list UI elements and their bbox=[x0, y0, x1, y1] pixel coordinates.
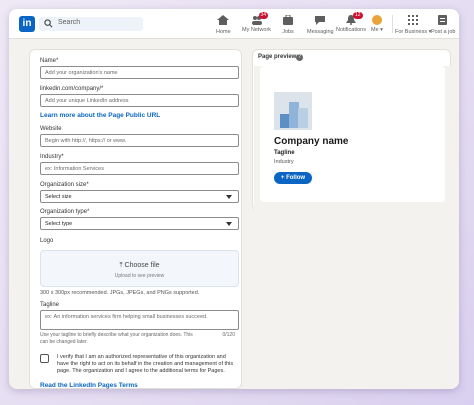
post-job-icon bbox=[438, 15, 448, 25]
home-icon bbox=[217, 15, 230, 25]
chevron-down-icon bbox=[226, 195, 232, 199]
website-input[interactable]: Begin with http://, https:// or www. bbox=[40, 134, 239, 147]
url-label: linkedin.com/company/* bbox=[40, 86, 104, 92]
nav-messaging-label: Messaging bbox=[307, 29, 334, 35]
top-nav: in Search Home 34 My Network Jobs Messag bbox=[9, 9, 459, 39]
nav-home-label: Home bbox=[216, 29, 231, 35]
nav-post-a-job-label: Post a job bbox=[431, 29, 456, 35]
nav-me-label: Me bbox=[371, 27, 379, 33]
website-label: Website bbox=[40, 126, 62, 132]
tagline-placeholder: ex: An information services firm helping… bbox=[45, 314, 208, 320]
type-select[interactable]: Select type bbox=[40, 217, 239, 230]
create-page-form: Name* Add your organization's name linke… bbox=[29, 49, 242, 389]
avatar bbox=[371, 15, 382, 25]
company-industry: Industry bbox=[274, 159, 294, 165]
type-label: Organization type* bbox=[40, 209, 90, 215]
size-select[interactable]: Select size bbox=[40, 190, 239, 203]
company-name: Company name bbox=[274, 136, 349, 147]
tagline-input[interactable]: ex: An information services firm helping… bbox=[40, 310, 239, 330]
chevron-down-icon: ▾ bbox=[380, 27, 383, 33]
nav-for-business-label: For Business bbox=[395, 29, 428, 35]
nav-me[interactable]: Me ▾ bbox=[371, 15, 383, 37]
choose-file-label: Choose file bbox=[124, 262, 160, 269]
verify-text: I verify that I am an authorized represe… bbox=[57, 354, 234, 374]
nav-notifications-label: Notifications bbox=[336, 27, 366, 33]
nav-jobs[interactable]: Jobs bbox=[282, 14, 294, 37]
name-label: Name* bbox=[40, 58, 59, 64]
industry-placeholder: ex: Information Services bbox=[45, 166, 104, 172]
tagline-label: Tagline bbox=[40, 302, 60, 308]
nav-messaging[interactable]: Messaging bbox=[307, 15, 334, 37]
nav-divider bbox=[392, 15, 393, 33]
grid-icon bbox=[408, 15, 419, 25]
nav-post-a-job[interactable]: Post a job bbox=[431, 15, 455, 37]
pages-terms-link[interactable]: Read the LinkedIn Pages Terms bbox=[40, 382, 138, 389]
page-preview-title: Page preview bbox=[258, 54, 297, 60]
search-input[interactable]: Search bbox=[39, 17, 143, 31]
search-icon bbox=[44, 19, 53, 28]
chevron-down-icon bbox=[226, 222, 232, 226]
url-input[interactable]: Add your unique LinkedIn address bbox=[40, 94, 239, 107]
nav-jobs-label: Jobs bbox=[282, 29, 294, 35]
tagline-counter: 0/120 bbox=[222, 332, 235, 338]
upload-hint: Upload to see preview bbox=[114, 273, 165, 279]
size-label: Organization size* bbox=[40, 182, 89, 188]
company-card: Company name Tagline Industry + Follow bbox=[260, 66, 445, 202]
url-placeholder: Add your unique LinkedIn address bbox=[45, 98, 129, 104]
company-logo-placeholder bbox=[274, 92, 312, 130]
app-window: in Search Home 34 My Network Jobs Messag bbox=[9, 9, 459, 389]
logo-label: Logo bbox=[40, 238, 54, 244]
search-placeholder: Search bbox=[58, 19, 81, 26]
name-placeholder: Add your organization's name bbox=[45, 70, 118, 76]
nav-my-network-label: My Network bbox=[242, 27, 272, 33]
preview-background: Company name Tagline Industry + Follow bbox=[254, 66, 451, 211]
page-preview-panel: Page preview ? Company name Tagline Indu… bbox=[252, 49, 451, 211]
nav-for-business[interactable]: For Business ▾ bbox=[395, 15, 431, 37]
logo-note: 300 x 300px recommended. JPGs, JPEGs, an… bbox=[40, 290, 200, 296]
company-tagline: Tagline bbox=[274, 150, 295, 156]
public-url-link[interactable]: Learn more about the Page Public URL bbox=[40, 112, 160, 119]
help-icon[interactable]: ? bbox=[296, 54, 303, 61]
website-placeholder: Begin with http://, https:// or www. bbox=[45, 138, 127, 144]
messaging-icon bbox=[315, 16, 326, 25]
tagline-hint: Use your tagline to briefly describe wha… bbox=[40, 332, 193, 345]
follow-button[interactable]: + Follow bbox=[274, 172, 312, 184]
jobs-icon bbox=[283, 14, 293, 25]
industry-input[interactable]: ex: Information Services bbox=[40, 162, 239, 175]
network-badge: 34 bbox=[258, 12, 269, 19]
linkedin-logo[interactable]: in bbox=[19, 16, 35, 32]
nav-home[interactable]: Home bbox=[216, 15, 231, 37]
logo-upload[interactable]: ⤒ Choose file Upload to see preview bbox=[40, 250, 239, 287]
nav-my-network[interactable]: 34 My Network bbox=[242, 12, 272, 37]
verify-checkbox[interactable] bbox=[40, 354, 49, 363]
size-value: Select size bbox=[45, 194, 72, 200]
upload-icon: ⤒ bbox=[119, 262, 123, 269]
industry-label: Industry* bbox=[40, 154, 64, 160]
choose-file-button[interactable]: ⤒ Choose file bbox=[41, 262, 238, 270]
notifications-badge: 12 bbox=[352, 12, 363, 19]
nav-notifications[interactable]: 12 Notifications bbox=[336, 12, 366, 37]
name-input[interactable]: Add your organization's name bbox=[40, 66, 239, 79]
type-value: Select type bbox=[45, 221, 73, 227]
